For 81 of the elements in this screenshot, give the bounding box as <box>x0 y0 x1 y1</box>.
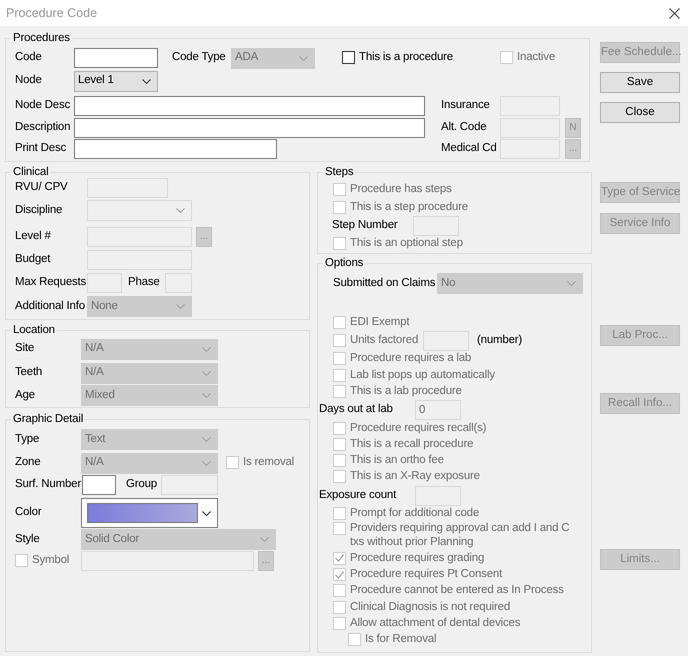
dialog-button[interactable]: Close <box>600 102 680 123</box>
checkbox-label: This is a recall procedure <box>350 438 474 452</box>
field-label: Additional Info <box>15 300 86 314</box>
field-label: Teeth <box>15 366 44 380</box>
text-field[interactable] <box>74 139 277 159</box>
field-label: Style <box>15 532 41 546</box>
caret-icon <box>260 537 269 542</box>
checkbox-label: Clinical Diagnosis is not required <box>350 600 512 614</box>
field-label: Days out at lab <box>319 402 394 416</box>
checkbox-label: Procedure has steps <box>350 183 453 197</box>
caret-icon <box>202 393 211 398</box>
field-label: Code Type <box>172 51 227 65</box>
caret-icon <box>202 346 211 352</box>
field-label: RVU/ CPV <box>15 181 69 195</box>
field-label: Age <box>15 388 36 402</box>
checkbox-label: EDI Exempt <box>350 316 410 330</box>
caret-icon <box>142 78 151 84</box>
field-label: Max Requests <box>15 276 87 290</box>
field-label: Level # <box>15 230 52 244</box>
checkbox-label: Procedure requires a lab <box>350 352 472 366</box>
checkbox-label: This is a lab procedure <box>350 385 463 399</box>
close-icon[interactable] <box>669 8 680 18</box>
field-label: Node Desc <box>15 99 72 113</box>
field-label: Discipline <box>15 204 64 218</box>
checkbox-label: Prompt for additional code <box>350 506 480 520</box>
field-label: Submitted on Claims <box>333 276 436 290</box>
checkbox-label: Is for Removal <box>365 633 438 647</box>
text-field[interactable] <box>74 96 425 116</box>
field-label: (number) <box>477 334 524 348</box>
field-label: Site <box>15 342 36 356</box>
checkbox-label: Symbol <box>32 554 70 568</box>
field-label: Node <box>15 74 43 88</box>
field-label: Step Number <box>332 218 399 232</box>
field-label: Print Desc <box>15 142 68 156</box>
field-label: Group <box>126 478 158 492</box>
color-dropdown[interactable] <box>81 498 218 528</box>
field-label: Budget <box>15 253 52 267</box>
checkbox-label: This is an ortho fee <box>350 454 445 468</box>
checkbox-label: Procedure cannot be entered as In Process <box>350 584 565 598</box>
field-label: Type <box>15 432 40 446</box>
text-field[interactable] <box>74 48 158 68</box>
dropdown[interactable]: Level 1 <box>74 70 158 92</box>
caret-icon <box>202 437 211 442</box>
dialog-button[interactable]: Save <box>600 72 680 93</box>
checkbox-label: Procedure requires grading <box>350 552 486 566</box>
caret-icon <box>202 370 211 376</box>
checkbox-label: Lab list pops up automatically <box>350 368 496 382</box>
caret-icon <box>176 304 185 309</box>
field-label: Surf. Number <box>15 478 82 492</box>
caret-icon <box>567 281 576 286</box>
field-label: Zone <box>15 456 42 470</box>
field-label: Insurance <box>441 99 491 113</box>
checkbox-label: Providers requiring approval can add I and C txs without prior Planning <box>350 522 570 550</box>
field-label: Phase <box>128 276 161 290</box>
text-field[interactable] <box>82 475 116 495</box>
group-title: Options <box>323 256 366 270</box>
field-label: Alt. Code <box>441 121 488 135</box>
field-label: Color <box>15 506 42 520</box>
caret-icon <box>299 56 308 60</box>
checkbox-label: This is an X-Ray exposure <box>350 470 481 484</box>
checkbox[interactable] <box>342 51 355 64</box>
checkbox-label: This is an optional step <box>350 237 464 251</box>
field-label: Code <box>15 51 43 65</box>
text-field[interactable] <box>74 118 425 138</box>
checkbox-label: Is removal <box>243 456 296 470</box>
checkbox-label: This is a step procedure <box>350 200 469 214</box>
group-title: Steps <box>323 165 356 179</box>
group-title: Graphic Detail <box>11 412 86 426</box>
checkbox-label: Units factored <box>350 334 420 348</box>
checkbox-label: Procedure requires Pt Consent <box>350 568 504 582</box>
checkbox-label: Inactive <box>517 51 556 65</box>
window-title: Procedure Code <box>6 6 98 20</box>
caret-icon <box>202 510 211 516</box>
field-label: Exposure count <box>319 488 398 502</box>
field-label: Description <box>15 121 72 135</box>
checkbox-label: This is a procedure <box>359 51 454 65</box>
checkbox-label: Allow attachment of dental devices <box>350 617 522 631</box>
caret-icon <box>176 208 185 213</box>
caret-icon <box>202 460 211 466</box>
checkbox-label: Procedure requires recall(s) <box>350 422 488 436</box>
field-label: Medical Cd <box>441 142 498 156</box>
